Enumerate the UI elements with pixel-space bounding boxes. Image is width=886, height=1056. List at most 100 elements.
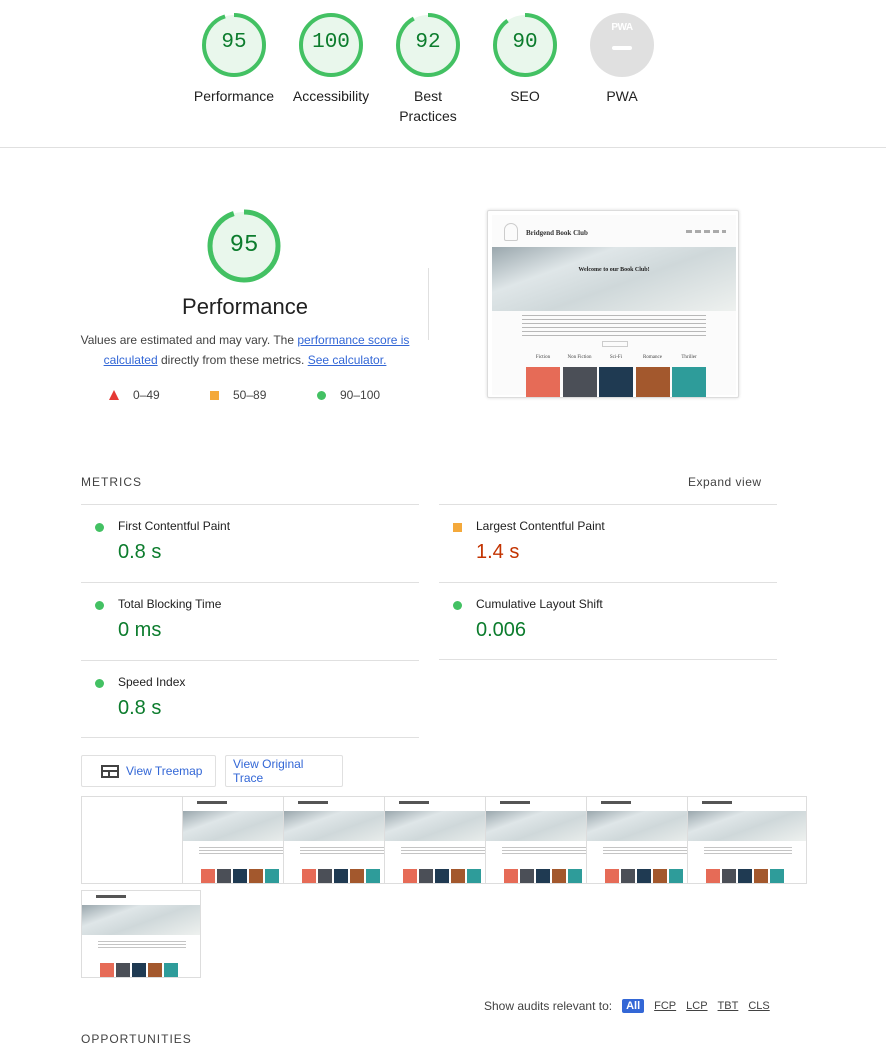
book-cover — [562, 367, 597, 397]
legend-label: 50–89 — [233, 388, 267, 402]
legend-pass: 90–100 — [317, 388, 380, 402]
frame-text — [300, 847, 388, 855]
metrics-header: METRICS — [81, 475, 142, 489]
button-label: View Original Trace — [233, 757, 304, 785]
filmstrip — [81, 796, 807, 980]
site-brand: Bridgend Book Club — [526, 229, 588, 237]
genre-label: Non Fiction — [567, 355, 592, 360]
legend-fail: 0–49 — [109, 388, 160, 402]
frame-brand — [298, 801, 328, 804]
gauge-label: SEO — [510, 88, 540, 104]
genre-label: Romance — [643, 355, 662, 360]
view-original-trace-button[interactable]: View Original Trace — [225, 755, 343, 787]
gauge-pwa[interactable]: PWA PWA — [572, 12, 672, 106]
metric-si: Speed Index 0.8 s — [81, 660, 419, 738]
frame-text — [401, 847, 489, 855]
filter-tbt[interactable]: TBT — [718, 1000, 739, 1012]
square-icon — [210, 390, 219, 400]
expand-view-toggle[interactable]: Expand view — [688, 475, 762, 489]
gauge-label: PWA — [606, 88, 638, 104]
button-label: View Treemap — [126, 764, 203, 778]
metric-lcp: Largest Contentful Paint 1.4 s — [439, 504, 777, 582]
metric-label: Largest Contentful Paint — [476, 519, 605, 533]
pwa-badge-text: PWA — [611, 22, 633, 33]
metric-label: First Contentful Paint — [118, 519, 231, 533]
gauge-accessibility[interactable]: 100 Accessibility — [281, 12, 381, 106]
metric-label: Cumulative Layout Shift — [476, 597, 603, 611]
gauge-label: Performance — [193, 88, 275, 104]
site-nav — [686, 230, 726, 233]
triangle-icon — [109, 390, 119, 400]
filmstrip-frame — [687, 796, 807, 884]
frame-text — [98, 941, 186, 949]
gauge-label: Best Practices — [388, 86, 468, 126]
metric-value: 0.006 — [476, 619, 527, 641]
frame-covers — [100, 963, 180, 977]
score-ring: 90 — [492, 12, 558, 78]
final-screenshot[interactable]: Bridgend Book Club Welcome to our Book C… — [487, 210, 739, 398]
genre-item: Sci-Fi — [599, 355, 633, 397]
frame-covers — [403, 869, 483, 883]
frame-brand — [702, 801, 732, 804]
score-value: 90 — [512, 31, 538, 54]
logo-icon — [504, 223, 518, 241]
book-cover — [599, 367, 633, 397]
score-value: 100 — [312, 31, 350, 54]
screenshot-page: Bridgend Book Club Welcome to our Book C… — [492, 215, 736, 397]
pass-circle-icon — [95, 601, 104, 610]
book-cover — [672, 367, 706, 397]
frame-covers — [201, 869, 281, 883]
filter-all[interactable]: All — [622, 999, 645, 1013]
metric-value: 0.8 s — [118, 697, 162, 719]
frame-text — [603, 847, 691, 855]
score-ring: 95 — [201, 12, 267, 78]
performance-score: 95 — [229, 232, 259, 259]
genre-item: Fiction — [526, 355, 560, 397]
see-calculator-link[interactable]: See calculator. — [308, 353, 387, 367]
gauge-label: Accessibility — [292, 88, 370, 104]
gauge-label-text: Best Practices — [399, 88, 457, 124]
genre-item: Thriller — [672, 355, 706, 397]
hero-text — [522, 315, 706, 339]
genre-item: Non Fiction — [562, 355, 597, 397]
frame-covers — [605, 869, 685, 883]
performance-title: Performance — [182, 294, 308, 319]
frame-covers — [504, 869, 584, 883]
frame-brand — [96, 895, 126, 898]
genre-list: Fiction Non Fiction Sci-Fi Romance Thril… — [526, 355, 706, 397]
average-square-icon — [453, 523, 462, 532]
metric-value: 0 ms — [118, 619, 162, 641]
performance-gauge: 95 — [206, 208, 282, 284]
pass-circle-icon — [453, 601, 462, 610]
desc-text: Values are estimated and may vary. The — [80, 333, 298, 347]
desc-text: directly from these metrics. — [157, 353, 308, 367]
frame-covers — [706, 869, 786, 883]
legend-label: 0–49 — [133, 388, 160, 402]
filmstrip-frame — [81, 890, 201, 978]
pwa-dash-icon — [612, 46, 632, 50]
metric-tbt: Total Blocking Time 0 ms — [81, 582, 419, 660]
score-ring: 92 — [395, 12, 461, 78]
filter-fcp[interactable]: FCP — [654, 1000, 676, 1012]
audit-filter: Show audits relevant to: All FCP LCP TBT… — [484, 999, 770, 1013]
treemap-icon — [101, 764, 119, 778]
frame-text — [199, 847, 287, 855]
pass-circle-icon — [95, 679, 104, 688]
metric-value: 1.4 s — [476, 541, 520, 563]
view-treemap-button[interactable]: View Treemap — [81, 755, 216, 787]
filter-cls[interactable]: CLS — [748, 1000, 769, 1012]
circle-icon — [317, 390, 326, 400]
frame-brand — [601, 801, 631, 804]
frame-covers — [302, 869, 382, 883]
genre-label: Thriller — [681, 355, 697, 360]
legend-label: 90–100 — [340, 388, 381, 402]
filter-lcp[interactable]: LCP — [686, 1000, 707, 1012]
hero-image — [492, 247, 736, 311]
gauge-seo[interactable]: 90 SEO — [475, 12, 575, 106]
book-cover — [635, 367, 670, 397]
score-value: 92 — [415, 31, 441, 54]
gauge-performance[interactable]: 95 Performance — [184, 12, 284, 106]
frame-hero — [82, 905, 200, 935]
gauge-best-practices[interactable]: 92 Best Practices — [378, 12, 478, 126]
metric-label: Total Blocking Time — [118, 597, 222, 611]
